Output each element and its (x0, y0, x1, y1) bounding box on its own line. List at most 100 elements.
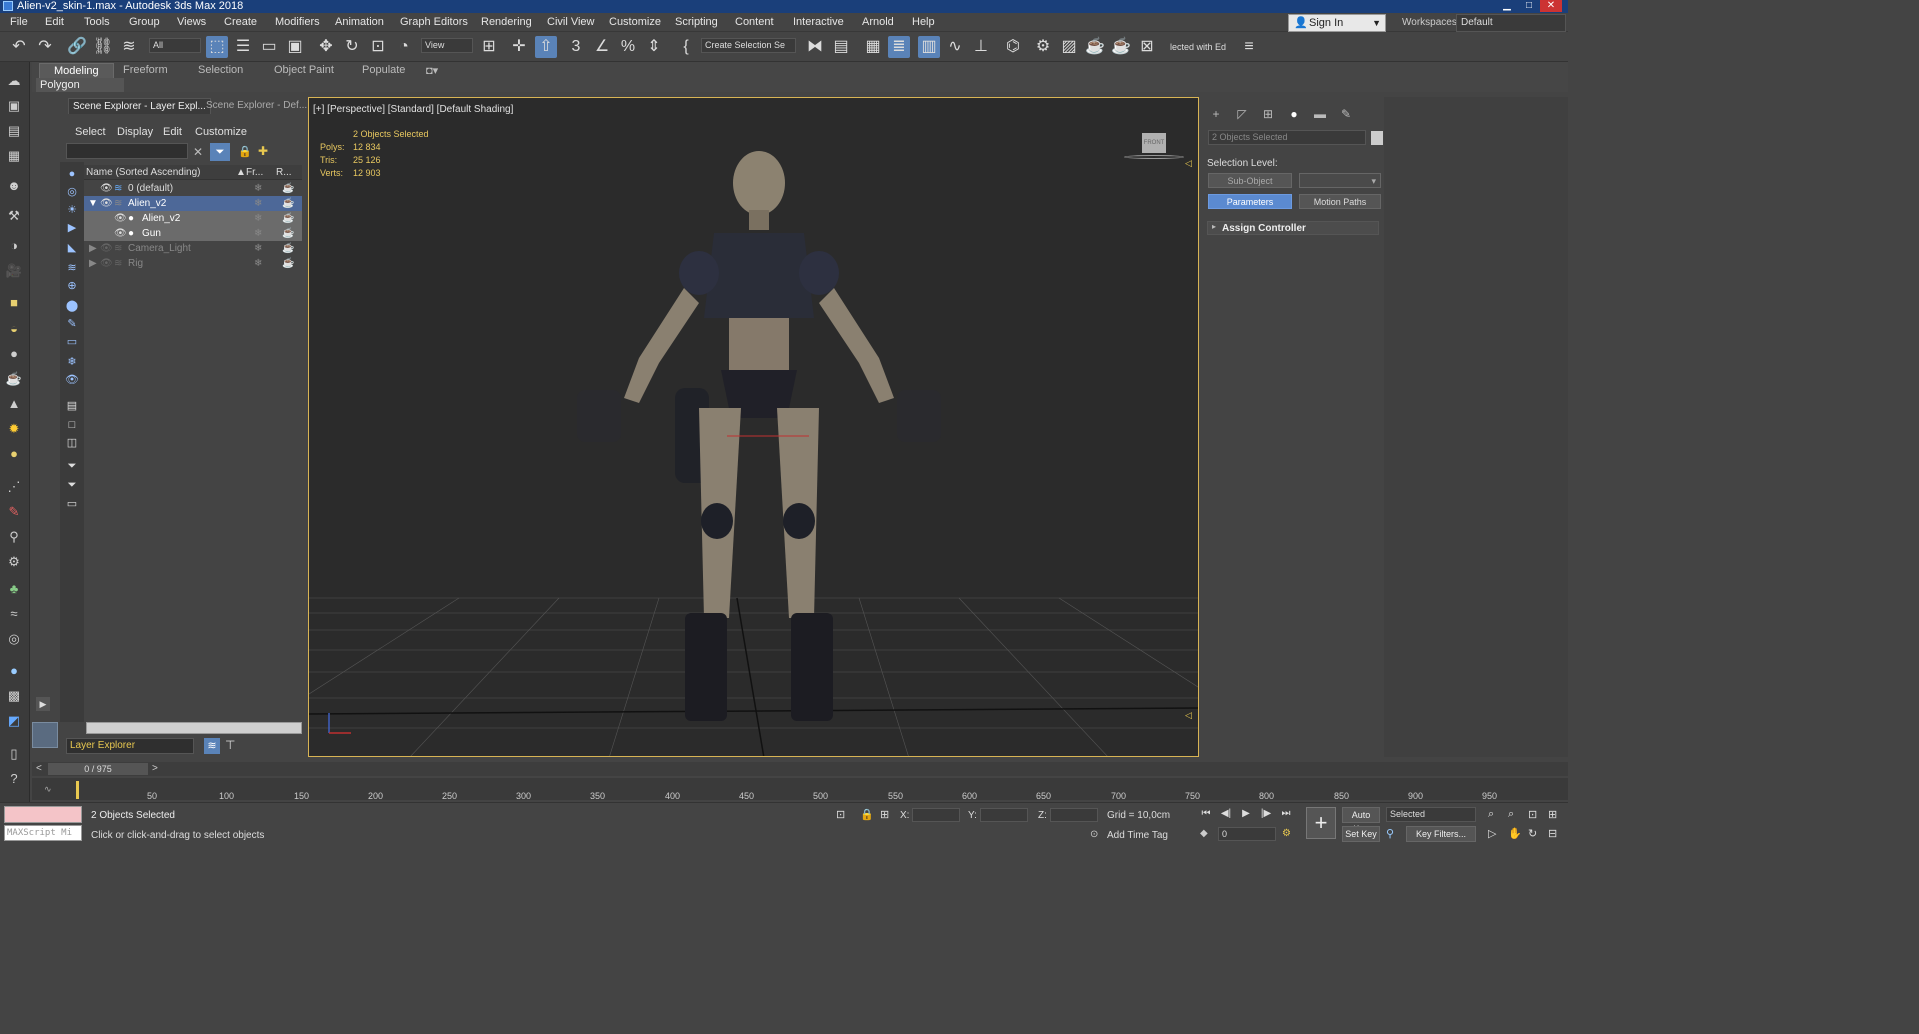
percent-snap-icon[interactable]: % (617, 36, 639, 58)
sub-object-button[interactable]: Sub-Object (1208, 173, 1292, 188)
visibility-eye-icon[interactable]: 👁 (100, 241, 113, 256)
freeze-icon[interactable]: ❄ (254, 226, 262, 241)
x-coord-field[interactable] (912, 808, 960, 822)
ribbon-options-icon[interactable]: ◘▾ (426, 64, 438, 77)
modify-icon[interactable]: ▣ (5, 97, 23, 115)
rect-selection-icon[interactable]: ▭ (258, 36, 280, 58)
freeze-icon[interactable]: ❄ (254, 256, 262, 271)
window-crossing-icon[interactable]: ▣ (284, 36, 306, 58)
minimize-icon[interactable]: ▁ (1496, 0, 1518, 12)
list-item[interactable]: ▶ 👁 ≋ Rig ❄ ☕ (84, 256, 302, 271)
align-icon[interactable]: ▤ (830, 36, 852, 58)
hierarchy-tab-icon[interactable]: ⊞ (1258, 107, 1278, 123)
time-next-icon[interactable]: > (152, 763, 158, 774)
time-slider-track[interactable] (32, 762, 1568, 776)
sub-object-dropdown[interactable]: ▾ (1299, 173, 1381, 188)
pan-icon[interactable]: ✋ (1508, 827, 1522, 840)
display-none-icon[interactable]: □ (64, 417, 80, 433)
place-icon[interactable]: ◔ (393, 36, 415, 58)
absolute-mode-icon[interactable]: ⊞ (880, 808, 889, 821)
se-menu-select[interactable]: Select (75, 126, 106, 138)
display-helpers-icon[interactable]: ◣ (64, 240, 80, 256)
maximize-viewport-icon[interactable]: ⊟ (1548, 827, 1557, 840)
toggle-ribbon-icon[interactable]: ▥ (918, 36, 940, 58)
biped-icon[interactable]: ⚲ (5, 528, 23, 546)
freeze-icon[interactable]: ❄ (254, 181, 262, 196)
select-children-icon[interactable]: ▭ (64, 496, 80, 512)
polygon-modeling-panel[interactable]: Polygon Modeling (36, 78, 124, 105)
display-invert-icon[interactable]: ◫ (64, 435, 80, 451)
display-shapes-icon[interactable]: ◎ (64, 184, 80, 200)
list-item[interactable]: ▶ 👁 ≋ Camera_Light ❄ ☕ (84, 241, 302, 256)
hair-icon[interactable]: ≈ (5, 605, 23, 623)
motion-paths-button[interactable]: Motion Paths (1299, 194, 1381, 209)
workspace-dropdown[interactable]: Default (1456, 14, 1566, 32)
motion-tab-icon[interactable]: ● (1284, 107, 1304, 123)
curve-editor-mini-icon[interactable]: ∿ (44, 784, 52, 795)
tab-scene-explorer-default[interactable]: Scene Explorer - Def... (202, 98, 311, 113)
renderable-icon[interactable]: ☕ (282, 196, 294, 211)
menu-scripting[interactable]: Scripting (675, 16, 718, 28)
menu-edit[interactable]: Edit (45, 16, 64, 28)
particles-icon[interactable]: ⋰ (5, 478, 23, 496)
unlink-icon[interactable]: ⛓ (92, 36, 114, 58)
menu-tools[interactable]: Tools (84, 16, 110, 28)
current-frame-field[interactable]: 0 (1218, 827, 1276, 841)
bone-icon[interactable]: ✎ (5, 503, 23, 521)
menu-file[interactable]: File (10, 16, 28, 28)
time-tag-icon[interactable]: ⊙ (1090, 829, 1098, 840)
add-layer-icon[interactable]: ✚ (258, 144, 268, 158)
menu-help[interactable]: Help (912, 16, 935, 28)
material-editor-icon[interactable]: ⌬ (1002, 36, 1024, 58)
auto-key-button[interactable]: Auto Key (1342, 807, 1380, 834)
plant-icon[interactable]: ♣ (5, 580, 23, 598)
hierarchy-icon[interactable]: ▤ (5, 122, 23, 140)
timeline-ruler[interactable]: ∿ 50 100 150 200 250 300 350 400 450 500… (32, 778, 1568, 801)
select-manipulate-icon[interactable]: ✛ (508, 36, 530, 58)
ref-coord-dropdown[interactable]: View (421, 38, 473, 53)
maxscript-listener-output[interactable] (4, 806, 82, 823)
explorer-mode-dropdown[interactable]: Layer Explorer (66, 738, 194, 754)
key-mode-icon[interactable]: ◆ (1200, 828, 1208, 839)
menu-modifiers[interactable]: Modifiers (275, 16, 320, 28)
sort-by-layer-icon[interactable]: ≋ (204, 738, 220, 754)
add-time-tag[interactable]: Add Time Tag (1107, 830, 1168, 841)
menu-create[interactable]: Create (224, 16, 257, 28)
se-menu-customize[interactable]: Customize (195, 126, 247, 138)
motion-icon[interactable]: ▦ (5, 147, 23, 165)
goto-start-icon[interactable]: ⏮ (1198, 808, 1214, 822)
set-key-button[interactable]: Set Key (1342, 826, 1380, 842)
horizontal-scrollbar[interactable] (86, 722, 302, 734)
parameters-button[interactable]: Parameters (1208, 194, 1292, 209)
tab-scene-explorer-layer[interactable]: Scene Explorer - Layer Expl... (68, 98, 211, 114)
schematic-view-icon[interactable]: ⊥ (970, 36, 992, 58)
create-geometry-icon[interactable]: ☁ (5, 72, 23, 90)
column-name[interactable]: Name (Sorted Ascending) (86, 167, 201, 178)
angle-snap-icon[interactable]: ∠ (591, 36, 613, 58)
display-all-icon[interactable]: ▤ (64, 398, 80, 414)
perspective-viewport[interactable]: [+] [Perspective] [Standard] [Default Sh… (308, 97, 1199, 757)
tab-selection[interactable]: Selection (198, 64, 243, 76)
material-sphere-icon[interactable]: ● (5, 662, 23, 680)
column-freeze[interactable]: Fr... (246, 167, 263, 178)
tab-populate[interactable]: Populate (362, 64, 405, 76)
key-filters-icon[interactable]: ⚲ (1386, 827, 1394, 840)
curve-editor-icon[interactable]: ∿ (944, 36, 966, 58)
render-online-icon[interactable]: ⊠ (1136, 36, 1158, 58)
rotate-icon[interactable]: ↻ (341, 36, 363, 58)
next-frame-icon[interactable]: |▶ (1258, 808, 1274, 822)
teapot-icon[interactable]: ☕ (5, 370, 23, 388)
display-icon[interactable]: ☻ (5, 177, 23, 195)
se-menu-display[interactable]: Display (117, 126, 153, 138)
display-bones-icon[interactable]: ✎ (64, 316, 80, 332)
clear-search-icon[interactable]: ✕ (193, 145, 203, 159)
se-menu-edit[interactable]: Edit (163, 126, 182, 138)
list-item[interactable]: ▼ 👁 ≋ Alien_v2 ❄ ☕ (84, 196, 302, 211)
link-icon[interactable]: 🔗 (66, 36, 88, 58)
play-icon[interactable]: ▶ (1238, 808, 1254, 822)
toolbar-extras-icon[interactable]: ≡ (1238, 36, 1260, 58)
pivot-center-icon[interactable]: ⊞ (478, 36, 500, 58)
maxscript-mini-listener[interactable]: MAXScript Mi (4, 825, 82, 841)
zoom-extents-icon[interactable]: ⊡ (1528, 808, 1537, 821)
viewcube[interactable]: FRONT (1124, 133, 1184, 163)
